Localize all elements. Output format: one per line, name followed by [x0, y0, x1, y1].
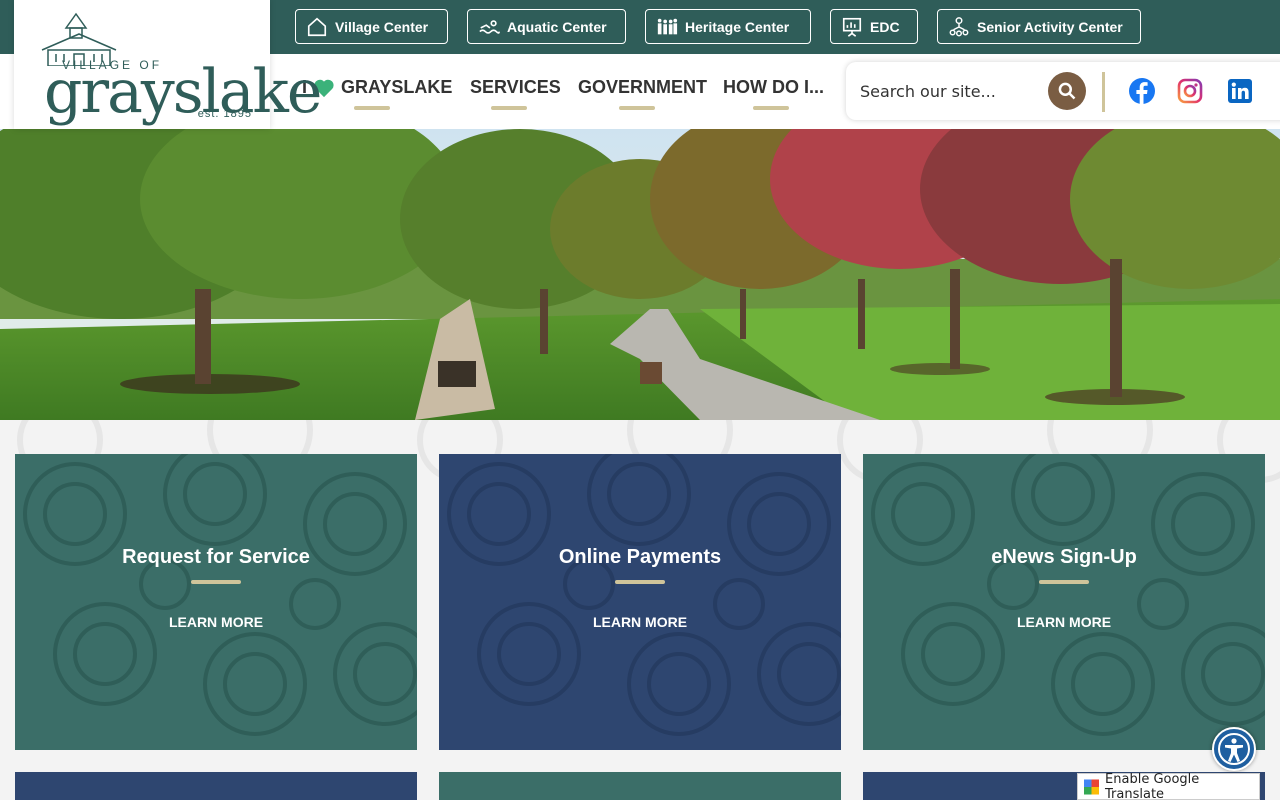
nav-government[interactable]: GOVERNMENT	[578, 77, 707, 98]
family-icon	[657, 18, 678, 34]
card-row2-2[interactable]	[439, 772, 841, 800]
instagram-icon[interactable]	[1177, 78, 1203, 104]
quick-link-heritage-center[interactable]: Heritage Center	[645, 9, 811, 44]
park-path-illustration	[0, 129, 1280, 420]
quick-link-label: Village Center	[335, 18, 429, 35]
card-pattern	[439, 454, 841, 750]
nav-underline	[753, 106, 789, 110]
accessibility-button[interactable]	[1212, 727, 1256, 771]
google-translate-button[interactable]: Enable Google Translate	[1077, 771, 1260, 800]
logo-name: grayslake	[44, 57, 322, 127]
learn-more-link[interactable]: LEARN MORE	[863, 614, 1265, 630]
card-request-for-service[interactable]: Request for Service LEARN MORE	[15, 454, 417, 750]
card-enews-sign-up[interactable]: eNews Sign-Up LEARN MORE	[863, 454, 1265, 750]
quick-link-label: Senior Activity Center	[977, 18, 1123, 35]
quick-link-label: Aquatic Center	[507, 18, 607, 35]
nav-services[interactable]: SERVICES	[470, 77, 561, 98]
learn-more-link[interactable]: LEARN MORE	[15, 614, 417, 630]
nav-underline	[619, 106, 655, 110]
card-title: eNews Sign-Up	[991, 546, 1137, 568]
card-pattern	[15, 454, 417, 750]
quick-link-edc[interactable]: EDC	[830, 9, 918, 44]
search-divider	[1102, 72, 1105, 112]
facebook-icon[interactable]	[1129, 78, 1155, 104]
linkedin-icon[interactable]	[1227, 78, 1253, 104]
card-divider	[615, 580, 665, 584]
nav-i-love-grayslake[interactable]: I GRAYSLAKE	[302, 77, 452, 98]
quick-action-cards: Request for Service LEARN MORE Online Pa…	[0, 420, 1280, 800]
logo-est: est. 1895	[197, 108, 252, 120]
search-input[interactable]	[860, 72, 1040, 110]
card-row2-1[interactable]	[15, 772, 417, 800]
nav-how-do-i[interactable]: HOW DO I...	[723, 77, 824, 98]
search-bar	[846, 62, 1280, 120]
swimmer-icon	[479, 19, 500, 34]
card-title: Online Payments	[558, 546, 722, 568]
quick-link-aquatic-center[interactable]: Aquatic Center	[467, 9, 626, 44]
google-translate-icon	[1084, 778, 1100, 795]
card-pattern	[863, 454, 1265, 750]
site-logo[interactable]: VILLAGE OF grayslake est. 1895	[14, 0, 322, 129]
quick-link-senior-activity-center[interactable]: Senior Activity Center	[937, 9, 1141, 44]
card-divider	[191, 580, 241, 584]
house-icon	[307, 17, 327, 36]
quick-link-village-center[interactable]: Village Center	[295, 9, 448, 44]
accessibility-icon	[1218, 733, 1250, 765]
nav-underline	[491, 106, 527, 110]
hero-image	[0, 129, 1280, 420]
card-title: Request for Service	[122, 546, 310, 568]
nav-label-grayslake: GRAYSLAKE	[341, 77, 453, 97]
search-icon	[1058, 82, 1076, 100]
presentation-icon	[842, 17, 862, 37]
quick-link-label: Heritage Center	[685, 18, 790, 35]
nav-underline	[354, 106, 390, 110]
search-button[interactable]	[1048, 72, 1086, 110]
google-translate-label: Enable Google Translate	[1105, 771, 1200, 800]
people-network-icon	[949, 16, 969, 36]
learn-more-link[interactable]: LEARN MORE	[439, 614, 841, 630]
quick-link-label: EDC	[870, 18, 900, 35]
card-divider	[1039, 580, 1089, 584]
card-online-payments[interactable]: Online Payments LEARN MORE	[439, 454, 841, 750]
